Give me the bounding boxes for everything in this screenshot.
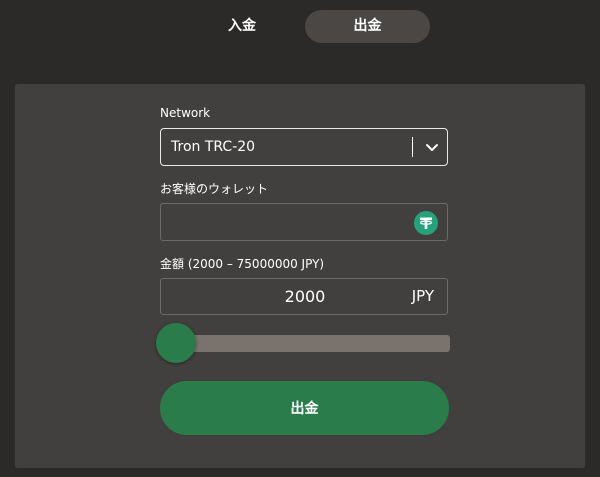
network-select[interactable]: Tron TRC-20 (160, 128, 448, 166)
withdraw-button[interactable]: 出金 (160, 381, 449, 435)
tether-icon (414, 211, 438, 235)
wallet-field[interactable] (160, 203, 448, 241)
amount-label: 金額 (2000 – 75000000 JPY) (160, 257, 325, 271)
amount-field[interactable]: 2000 JPY (160, 278, 448, 315)
amount-slider-thumb[interactable] (156, 323, 196, 363)
amount-currency: JPY (411, 287, 434, 305)
amount-slider-track[interactable] (175, 335, 450, 352)
tab-withdraw[interactable]: 出金 (305, 10, 430, 43)
network-label: Network (160, 106, 211, 120)
chevron-down-icon[interactable] (424, 139, 440, 155)
amount-value[interactable]: 2000 (161, 279, 449, 314)
network-select-value: Tron TRC-20 (171, 139, 256, 155)
wallet-input[interactable] (161, 204, 401, 240)
select-divider (412, 137, 413, 157)
tab-deposit[interactable]: 入金 (180, 10, 304, 43)
wallet-label: お客様のウォレット (160, 182, 269, 196)
tab-bar: 入金 出金 (0, 0, 600, 56)
